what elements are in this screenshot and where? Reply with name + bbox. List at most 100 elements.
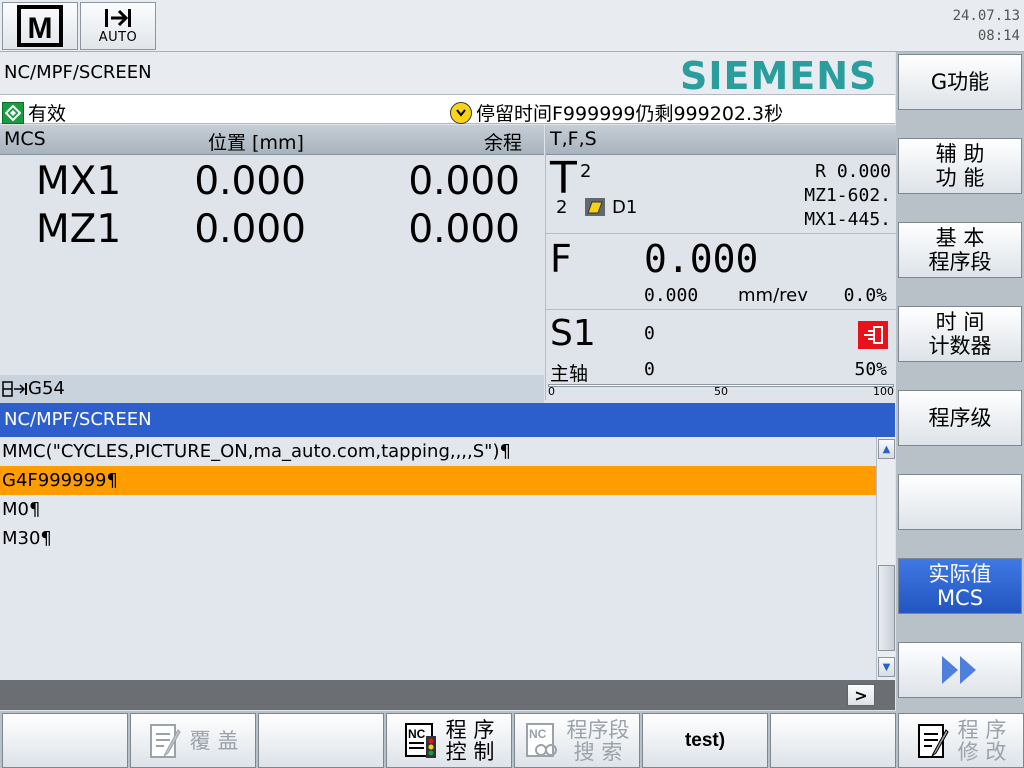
scale-max: 100 <box>873 385 894 398</box>
feed-value: 0.000 <box>644 237 759 281</box>
scroll-down-button[interactable]: ▼ <box>878 657 895 677</box>
yellow-clock-icon <box>450 101 472 124</box>
program-line[interactable]: M0¶ <box>0 495 876 524</box>
channel-status: 有效 <box>2 99 66 126</box>
scroll-up-button[interactable]: ▲ <box>878 439 895 459</box>
program-line[interactable]: M30¶ <box>0 524 876 553</box>
machine-mode-icon: M <box>17 5 63 47</box>
top-bar: M AUTO 24.07.13 08:14 <box>0 0 1024 52</box>
softkey-overstore[interactable]: 覆 盖 <box>130 713 256 768</box>
program-editor[interactable]: MMC("CYCLES,PICTURE_ON,ma_auto.com,tappi… <box>0 437 876 680</box>
softkey-program-control[interactable]: NC 程 序 控 制 <box>386 713 512 768</box>
scroll-thumb[interactable] <box>878 565 895 651</box>
program-edit-icon <box>917 723 949 758</box>
scroll-right-button[interactable]: > <box>847 684 875 706</box>
work-offset-icon <box>2 381 27 397</box>
tfs-title: T,F,S <box>550 128 597 150</box>
time: 08:14 <box>977 28 1020 44</box>
tool-x-length: MX1-445. <box>804 209 891 230</box>
svg-text:NC: NC <box>408 727 426 741</box>
mode-letter: M <box>28 12 53 45</box>
status-row: 有效 停留时间F999999仍剩999202.3秒 <box>0 94 895 126</box>
feed-unit: mm/rev <box>738 285 808 306</box>
spindle-label: S1 <box>550 313 596 354</box>
channel-state-label: 有效 <box>28 103 67 125</box>
spindle-load-scale: 0 50 100 <box>548 384 894 398</box>
tool-number: 2 <box>580 161 592 182</box>
tfs-panel: T,F,S T 2 2 D1 R 0.000 MZ1-602. MX1-445.… <box>545 125 896 400</box>
tool-z-length: MZ1-602. <box>804 185 891 206</box>
divider <box>546 309 896 310</box>
scale-min: 0 <box>548 385 555 398</box>
tfs-header: T,F,S <box>546 125 896 155</box>
edit-document-icon <box>149 723 181 758</box>
svg-text:NC: NC <box>529 727 547 741</box>
program-line-selected[interactable]: G4F999999¶ <box>0 466 876 495</box>
vertical-softkey-bar: G功能 辅 助 功 能 基 本 程序段 时 间 计数器 程序级 实际值 MCS <box>896 52 1024 711</box>
machine-mode-button[interactable]: M <box>2 2 78 50</box>
coord-system-label: MCS <box>4 128 46 150</box>
tool-sub-number: 2 <box>556 197 568 218</box>
spindle-override: 50% <box>854 359 887 380</box>
softkey-block-search-label: 程序段 搜 索 <box>566 717 630 764</box>
feed-actual: 0.000 <box>644 285 699 306</box>
axis-position: 0.000 <box>194 207 306 252</box>
feed-override: 0.0% <box>843 285 887 306</box>
softkey-actual-values-mcs[interactable]: 实际值 MCS <box>898 558 1022 614</box>
softkey-program-levels[interactable]: 程序级 <box>898 390 1022 446</box>
siemens-logo: SIEMENS <box>680 54 878 98</box>
spindle-main-label: 主轴 <box>550 363 589 385</box>
softkey-empty[interactable] <box>898 474 1022 530</box>
spindle-main-value: 0 <box>644 359 655 380</box>
position-column-header: 位置 [mm] <box>208 132 304 154</box>
softkey-h7[interactable] <box>770 713 896 768</box>
header: NC/MPF/SCREEN SIEMENS <box>0 52 895 98</box>
feed-label: F <box>550 237 572 281</box>
remaining-column-header: 余程 <box>483 132 522 154</box>
tool-d-label: D1 <box>612 197 638 218</box>
tool-radius: R 0.000 <box>815 161 891 182</box>
softkey-next[interactable] <box>898 642 1022 698</box>
axis-row[interactable]: MX1 0.000 0.000 <box>0 159 544 207</box>
axis-panel: MCS 位置 [mm] 余程 MX1 0.000 0.000 MZ1 0.000… <box>0 125 544 403</box>
softkey-program-control-label: 程 序 控 制 <box>445 717 495 764</box>
channel-message-text: 停留时间F999999仍剩999202.3秒 <box>476 103 784 125</box>
editor-footer <box>0 680 895 710</box>
auto-mode-button[interactable]: AUTO <box>80 2 156 50</box>
mode-label: AUTO <box>98 30 138 45</box>
softkey-basic-blocks[interactable]: 基 本 程序段 <box>898 222 1022 278</box>
softkey-aux-functions[interactable]: 辅 助 功 能 <box>898 138 1022 194</box>
softkey-h3[interactable] <box>258 713 384 768</box>
program-line[interactable]: MMC("CYCLES,PICTURE_ON,ma_auto.com,tappi… <box>0 437 876 466</box>
program-title-bar: NC/MPF/SCREEN <box>0 403 895 437</box>
axis-remaining: 0.000 <box>408 207 520 252</box>
spindle-speed: 0 <box>644 323 655 344</box>
axis-header: MCS 位置 [mm] 余程 <box>0 125 544 155</box>
nc-program-control-icon: NC <box>404 722 436 758</box>
axis-row[interactable]: MZ1 0.000 0.000 <box>0 207 544 255</box>
work-offset-row: G54 <box>0 375 544 403</box>
horizontal-softkey-bar: 覆 盖 NC 程 序 控 制 NC 程序段 搜 索 test) 程 序 修 改 <box>0 711 1024 768</box>
channel-message: 停留时间F999999仍剩999202.3秒 <box>450 99 783 126</box>
softkey-overstore-label: 覆 盖 <box>189 728 239 753</box>
softkey-time-counter[interactable]: 时 间 计数器 <box>898 306 1022 362</box>
program-scrollbar[interactable]: ▲ ▼ <box>876 437 895 680</box>
softkey-block-search[interactable]: NC 程序段 搜 索 <box>514 713 640 768</box>
work-offset-label: G54 <box>28 378 65 399</box>
insert-tool-icon <box>585 198 605 216</box>
softkey-h1[interactable] <box>2 713 128 768</box>
program-title: NC/MPF/SCREEN <box>4 409 152 430</box>
axis-position: 0.000 <box>194 159 306 204</box>
softkey-program-correct-label: 程 序 修 改 <box>957 717 1007 764</box>
axis-name: MX1 <box>36 159 122 204</box>
scale-mid: 50 <box>714 385 728 398</box>
double-arrow-icon <box>942 656 976 684</box>
softkey-g-functions[interactable]: G功能 <box>898 54 1022 110</box>
date: 24.07.13 <box>952 8 1020 24</box>
softkey-test[interactable]: test) <box>642 713 768 768</box>
softkey-program-correct[interactable]: 程 序 修 改 <box>898 713 1024 768</box>
axis-remaining: 0.000 <box>408 159 520 204</box>
green-diamond-icon <box>2 101 24 124</box>
auto-arrow-icon <box>105 9 131 27</box>
date-time: 24.07.13 08:14 <box>953 6 1020 46</box>
